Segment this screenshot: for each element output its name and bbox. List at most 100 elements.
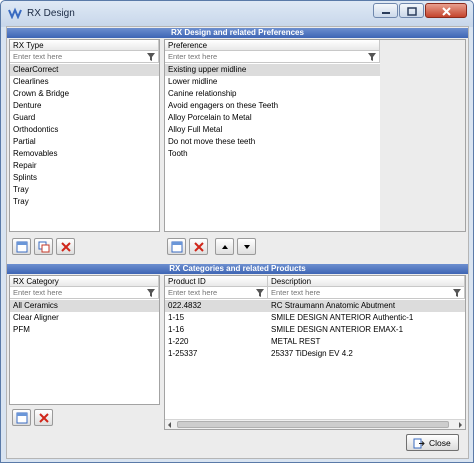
arrow-down-icon — [244, 245, 250, 249]
preference-row[interactable]: Lower midline — [165, 76, 380, 88]
close-button-label: Close — [429, 438, 451, 448]
add-icon — [171, 241, 183, 253]
copy-rx-type-button[interactable] — [34, 238, 53, 255]
product-id-cell: 1-16 — [168, 325, 185, 334]
rx-category-grid: RX Category All CeramicsClear AlignerPFM — [9, 275, 160, 405]
product-description-cell: SMILE DESIGN ANTERIOR EMAX-1 — [271, 325, 404, 334]
product-row[interactable]: 1-220 METAL REST — [165, 336, 465, 348]
product-description-cell: RC Straumann Anatomic Abutment — [271, 301, 396, 310]
close-icon — [442, 7, 451, 16]
add-preference-button[interactable] — [167, 238, 186, 255]
description-filter-input[interactable] — [271, 288, 428, 297]
delete-preference-button[interactable] — [189, 238, 208, 255]
filter-icon[interactable] — [453, 289, 461, 297]
delete-icon — [39, 413, 49, 423]
rx-type-row[interactable]: ClearCorrect — [10, 64, 159, 76]
rx-category-row[interactable]: All Ceramics — [10, 300, 159, 312]
minimize-icon — [382, 12, 390, 14]
client-area: RX Design and related Preferences RX Typ… — [6, 26, 469, 459]
column-header-product-id[interactable]: Product ID — [165, 276, 268, 287]
rx-type-row[interactable]: Partial — [10, 136, 159, 148]
rx-type-row[interactable]: Clearlines — [10, 76, 159, 88]
preference-row[interactable]: Existing upper midline — [165, 64, 380, 76]
product-row[interactable]: 022.4832 RC Straumann Anatomic Abutment — [165, 300, 465, 312]
filter-icon[interactable] — [147, 289, 155, 297]
product-row[interactable]: 1-15 SMILE DESIGN ANTERIOR Authentic-1 — [165, 312, 465, 324]
add-rx-category-button[interactable] — [12, 409, 31, 426]
product-id-cell: 1-220 — [168, 337, 189, 346]
copy-icon — [38, 241, 50, 253]
close-button[interactable]: Close — [406, 434, 459, 451]
add-rx-type-button[interactable] — [12, 238, 31, 255]
column-header-description[interactable]: Description — [268, 276, 465, 287]
exit-icon — [413, 438, 425, 449]
products-grid: Product ID Description 022.4832 RC Straum… — [164, 275, 466, 430]
rx-type-row[interactable]: Splints — [10, 172, 159, 184]
product-id-filter-input[interactable] — [168, 288, 250, 297]
delete-rx-type-button[interactable] — [56, 238, 75, 255]
filter-icon[interactable] — [256, 289, 264, 297]
scroll-left-icon[interactable] — [165, 420, 175, 430]
add-icon — [16, 412, 28, 424]
product-description-cell: 25337 TiDesign EV 4.2 — [271, 349, 353, 358]
arrow-up-icon — [222, 245, 228, 249]
delete-icon — [61, 242, 71, 252]
rx-type-row[interactable]: Guard — [10, 112, 159, 124]
product-id-cell: 022.4832 — [168, 301, 202, 310]
product-row[interactable]: 1-25337 25337 TiDesign EV 4.2 — [165, 348, 465, 360]
rx-type-grid: RX Type ClearCorrectClearlinesCrown & Br… — [9, 39, 160, 232]
delete-icon — [194, 242, 204, 252]
move-down-button[interactable] — [237, 238, 256, 255]
preference-empty-area — [380, 40, 465, 231]
preference-filter-row — [165, 51, 380, 63]
scroll-right-icon[interactable] — [455, 420, 465, 430]
preference-row[interactable]: Do not move these teeth — [165, 136, 380, 148]
preference-filter-input[interactable] — [168, 52, 340, 61]
rx-type-row[interactable]: Crown & Bridge — [10, 88, 159, 100]
rx-category-row[interactable]: PFM — [10, 324, 159, 336]
rx-type-filter-input[interactable] — [13, 52, 132, 61]
title-bar[interactable]: RX Design — [1, 1, 473, 27]
app-logo-icon — [8, 7, 22, 19]
move-up-button[interactable] — [215, 238, 234, 255]
section-header-rx-categories: RX Categories and related Products — [7, 264, 468, 274]
preference-row[interactable]: Canine relationship — [165, 88, 380, 100]
product-id-cell: 1-15 — [168, 313, 185, 322]
add-icon — [16, 241, 28, 253]
rx-type-row[interactable]: Denture — [10, 100, 159, 112]
preference-row[interactable]: Alloy Full Metal — [165, 124, 380, 136]
window-title: RX Design — [27, 8, 75, 19]
column-header-preference[interactable]: Preference — [165, 40, 380, 51]
rx-type-row[interactable]: Repair — [10, 160, 159, 172]
rx-type-row[interactable]: Removables — [10, 148, 159, 160]
preference-grid: Preference Existing upper midlineLower m… — [164, 39, 466, 232]
maximize-button[interactable] — [399, 3, 424, 18]
products-horizontal-scrollbar[interactable] — [165, 419, 465, 429]
rx-type-row[interactable]: Tray — [10, 184, 159, 196]
rx-type-row[interactable]: Tray — [10, 196, 159, 208]
product-description-cell: METAL REST — [271, 337, 321, 346]
filter-icon[interactable] — [147, 53, 155, 61]
product-row[interactable]: 1-16 SMILE DESIGN ANTERIOR EMAX-1 — [165, 324, 465, 336]
minimize-button[interactable] — [373, 3, 398, 18]
rx-category-row[interactable]: Clear Aligner — [10, 312, 159, 324]
rx-type-filter-row — [10, 51, 159, 63]
maximize-icon — [407, 7, 417, 16]
preference-row[interactable]: Tooth — [165, 148, 380, 160]
scroll-thumb[interactable] — [177, 421, 449, 428]
column-header-rx-type[interactable]: RX Type — [10, 40, 159, 51]
rx-category-filter-row — [10, 287, 159, 299]
preference-row[interactable]: Alloy Porcelain to Metal — [165, 112, 380, 124]
section-header-rx-design: RX Design and related Preferences — [7, 28, 468, 38]
rx-design-window: RX Design RX Design and related Preferen… — [0, 0, 474, 463]
rx-type-row[interactable]: Orthodontics — [10, 124, 159, 136]
product-id-filter-row — [165, 287, 268, 299]
description-filter-row — [268, 287, 465, 299]
delete-rx-category-button[interactable] — [34, 409, 53, 426]
product-id-cell: 1-25337 — [168, 349, 198, 358]
column-header-rx-category[interactable]: RX Category — [10, 276, 159, 287]
filter-icon[interactable] — [368, 53, 376, 61]
rx-category-filter-input[interactable] — [13, 288, 132, 297]
preference-row[interactable]: Avoid engagers on these Teeth — [165, 100, 380, 112]
window-close-button[interactable] — [425, 3, 467, 18]
